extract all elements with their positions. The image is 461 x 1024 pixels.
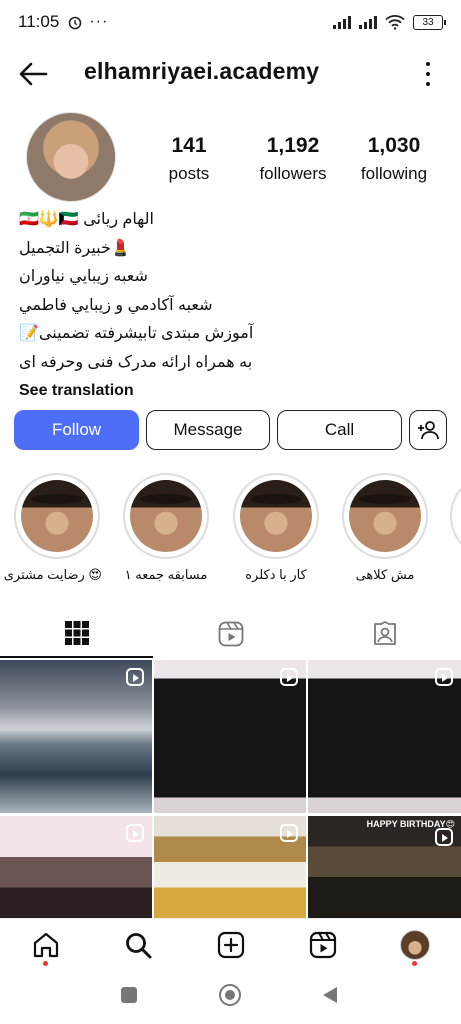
wifi-icon [385,15,405,30]
status-bar: 11:05 ··· 33 [0,0,461,44]
reel-icon [280,668,298,686]
story-highlight[interactable]: کار با دکلره [231,473,321,583]
system-navigation [0,970,461,1024]
stat-followers-count: 1,192 [266,134,320,157]
story-highlight[interactable]: مش کلاهی [340,473,430,583]
profile-tabs [0,610,461,660]
home-icon [33,932,59,958]
tagged-icon [373,621,396,645]
reel-icon [126,824,144,842]
stat-following[interactable]: 1,030 following [350,134,438,184]
stat-followers[interactable]: 1,192 followers [248,134,338,184]
highlight-cover [130,480,202,552]
plus-square-icon [217,931,245,959]
bio-line: شعبه آكادمي و زيبايي فاطمي [19,296,213,314]
highlight-ring [123,473,209,559]
battery-icon: 33 [413,14,446,30]
home-button[interactable] [219,984,241,1006]
add-person-icon [418,421,439,440]
bio-line: شعبه زيبايي نياوران [19,268,148,285]
highlight-cover [240,480,312,552]
stat-posts[interactable]: 141 posts [158,134,220,184]
stat-posts-count: 141 [171,134,207,157]
bio-line: به همراه ارائه مدرک فنی وحرفه ای [19,353,253,371]
ellipsis-icon: ··· [89,13,109,30]
highlight-label: 😍 رضایت مشتری [3,567,102,582]
profile-bio: 🇮🇷🔱🇰🇼 الهام ریائی 💄خبیرة التجمیل شعبه زي… [19,206,439,406]
status-right-icons: 33 [333,14,446,30]
bottom-navigation [0,918,461,970]
grid-icon [64,621,89,645]
status-time: 11:05 [18,12,60,31]
notification-dot [412,961,417,966]
stat-following-label: following [360,164,428,183]
nav-home[interactable] [30,929,62,961]
profile-username: elhamriyaei.academy [84,58,320,84]
highlight-ring [233,473,319,559]
stat-posts-label: posts [168,164,210,183]
tab-posts[interactable] [0,610,153,658]
more-vertical-icon[interactable] [425,62,431,86]
highlight-ring [14,473,100,559]
nav-profile[interactable] [399,929,431,961]
post-thumbnail[interactable] [0,660,152,813]
profile-avatar[interactable] [26,112,116,202]
call-button[interactable]: Call [277,410,402,450]
arrow-left-icon[interactable] [18,60,48,88]
tab-tagged[interactable] [308,610,461,658]
nav-reels[interactable] [307,929,339,961]
bio-line: 💄خبیرة التجمیل [19,239,131,257]
signal-icon [359,15,377,29]
bio-line: آموزش مبتدی تابیشرفته تضمینی📝 [19,325,254,342]
post-thumbnail[interactable] [0,816,152,918]
reels-icon [218,621,243,647]
bio-line: 🇮🇷🔱🇰🇼 الهام ریائی [19,211,154,228]
see-translation-link[interactable]: See translation [19,377,439,406]
reels-icon [309,931,337,959]
signal-icon [333,15,351,29]
post-thumbnail[interactable] [154,816,306,918]
notification-dot [43,961,48,966]
story-highlight-partial[interactable] [450,473,461,559]
nav-search[interactable] [122,929,154,961]
message-button[interactable]: Message [146,410,270,450]
highlight-label: مش کلاهی [355,567,415,582]
highlight-cover [349,480,421,552]
add-person-button[interactable] [409,410,447,450]
back-triangle-icon[interactable] [322,986,338,1004]
search-icon [126,933,152,959]
tab-reels[interactable] [154,610,307,658]
highlight-ring [342,473,428,559]
recents-button[interactable] [121,987,137,1003]
profile-avatar [400,930,430,960]
reel-icon [126,668,144,686]
stat-following-count: 1,030 [367,134,421,157]
reel-icon [435,828,453,846]
story-highlight[interactable]: 😍 رضایت مشتری [3,473,102,583]
post-thumbnail[interactable]: HAPPY BIRTHDAY😍 [308,816,461,918]
alarm-icon [68,16,82,30]
status-left-icons: ··· [67,13,108,31]
posts-grid: HAPPY BIRTHDAY😍 [0,660,461,918]
stat-followers-label: followers [259,164,327,183]
highlight-label: کار با دکلره [245,567,307,582]
story-highlight[interactable]: مسابقه جمعه ۱ [121,473,211,583]
nav-create[interactable] [215,929,247,961]
post-thumbnail[interactable] [308,660,461,813]
profile-header: elhamriyaei.academy [0,52,461,96]
reel-icon [280,824,298,842]
highlight-cover [21,480,93,552]
follow-button[interactable]: Follow [14,410,139,450]
highlight-label: مسابقه جمعه ۱ [124,567,208,582]
post-thumbnail[interactable] [154,660,306,813]
reel-icon [435,668,453,686]
